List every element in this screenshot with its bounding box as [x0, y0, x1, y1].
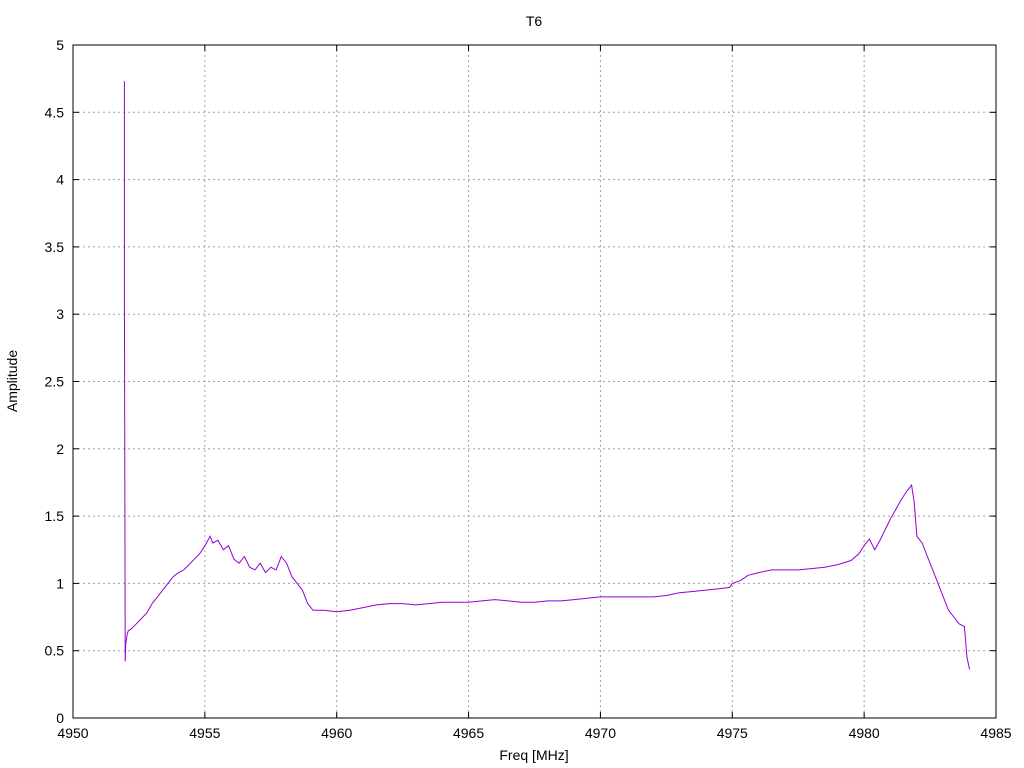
chart-background	[0, 0, 1024, 768]
y-tick-label: 5	[56, 37, 64, 53]
x-tick-label: 4965	[453, 725, 484, 741]
x-tick-label: 4980	[849, 725, 880, 741]
y-axis-label: Amplitude	[4, 350, 20, 412]
y-tick-label: 1	[56, 575, 64, 591]
chart-title: T6	[526, 13, 543, 29]
x-axis-label: Freq [MHz]	[499, 747, 568, 763]
y-tick-label: 3.5	[45, 239, 65, 255]
y-tick-label: 3	[56, 306, 64, 322]
x-tick-label: 4960	[321, 725, 352, 741]
y-tick-label: 0.5	[45, 643, 65, 659]
y-tick-label: 2	[56, 441, 64, 457]
y-tick-label: 2.5	[45, 374, 65, 390]
y-tick-label: 0	[56, 710, 64, 726]
x-tick-label: 4975	[717, 725, 748, 741]
x-tick-label: 4950	[57, 725, 88, 741]
x-tick-label: 4970	[585, 725, 616, 741]
y-tick-label: 1.5	[45, 508, 65, 524]
x-tick-label: 4955	[189, 725, 220, 741]
y-tick-label: 4.5	[45, 104, 65, 120]
x-tick-label: 4985	[980, 725, 1011, 741]
line-chart: 4950 4955 4960 4965 4970 4975 4980 4985 0 0.5 1 1.…	[0, 0, 1024, 768]
y-tick-label: 4	[56, 172, 64, 188]
